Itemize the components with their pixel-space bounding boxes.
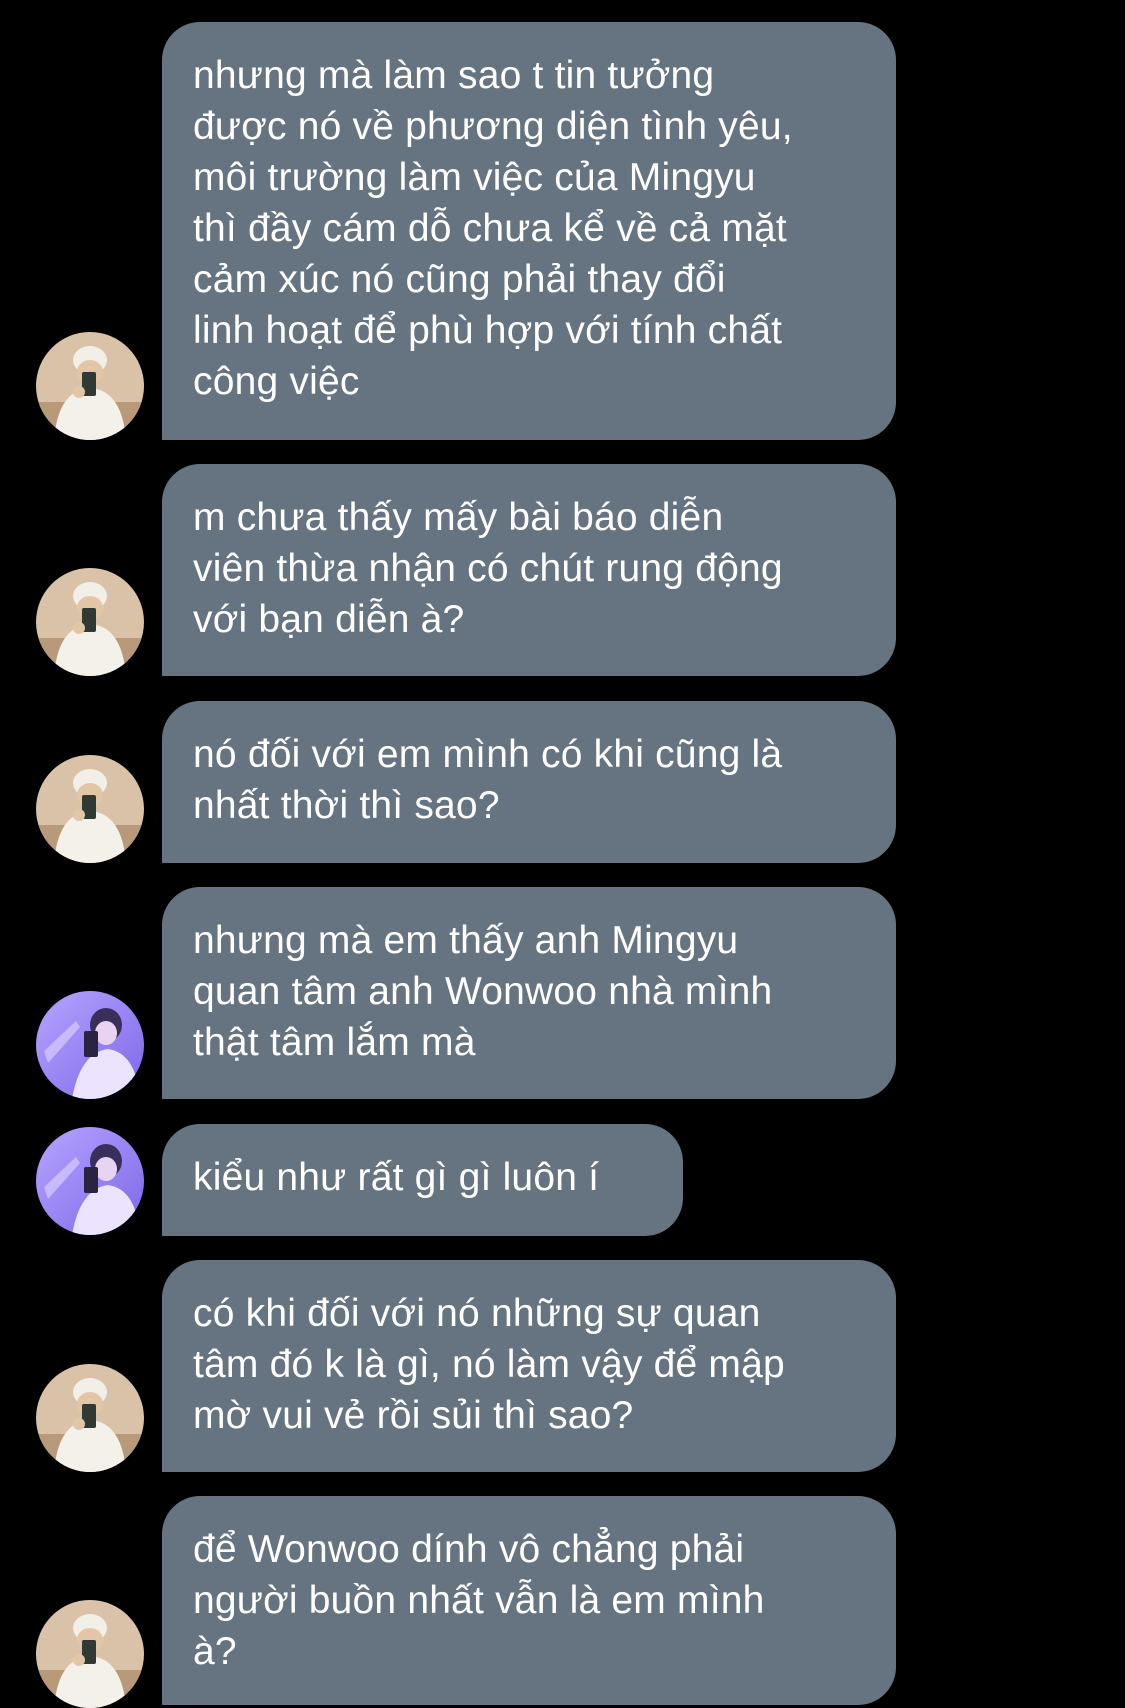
person-a-photo-icon bbox=[36, 755, 144, 863]
message-bubble[interactable]: nó đối với em mình có khi cũng là nhất t… bbox=[162, 701, 896, 863]
message-bubble[interactable]: để Wonwoo dính vô chẳng phải người buồn … bbox=[162, 1496, 896, 1705]
person-a-photo-icon bbox=[36, 568, 144, 676]
avatar-a[interactable] bbox=[36, 1600, 144, 1708]
avatar-b[interactable] bbox=[36, 991, 144, 1099]
message-bubble[interactable]: nhưng mà làm sao t tin tưởng được nó về … bbox=[162, 22, 896, 440]
avatar-a[interactable] bbox=[36, 1364, 144, 1472]
avatar-a[interactable] bbox=[36, 332, 144, 440]
person-b-photo-icon bbox=[36, 991, 144, 1099]
person-a-photo-icon bbox=[36, 1364, 144, 1472]
avatar-a[interactable] bbox=[36, 568, 144, 676]
person-a-photo-icon bbox=[36, 332, 144, 440]
avatar-a[interactable] bbox=[36, 755, 144, 863]
message-bubble[interactable]: kiểu như rất gì gì luôn í bbox=[162, 1124, 683, 1236]
message-bubble[interactable]: m chưa thấy mấy bài báo diễn viên thừa n… bbox=[162, 464, 896, 676]
message-bubble[interactable]: nhưng mà em thấy anh Mingyu quan tâm anh… bbox=[162, 887, 896, 1099]
avatar-b[interactable] bbox=[36, 1127, 144, 1235]
person-a-photo-icon bbox=[36, 1600, 144, 1708]
message-bubble[interactable]: có khi đối với nó những sự quan tâm đó k… bbox=[162, 1260, 896, 1472]
person-b-photo-icon bbox=[36, 1127, 144, 1235]
